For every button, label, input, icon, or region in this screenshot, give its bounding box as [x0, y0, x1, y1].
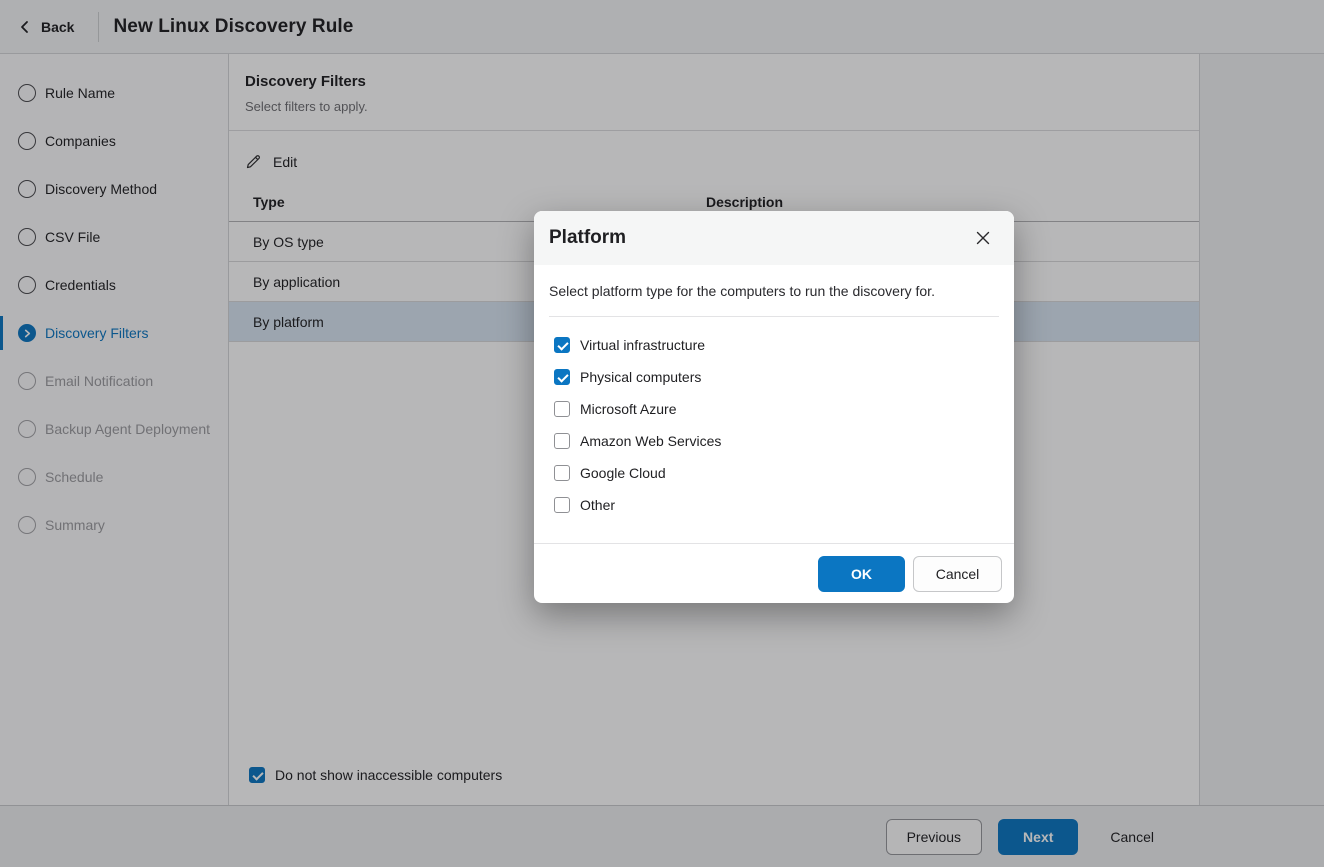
- close-icon[interactable]: [974, 229, 992, 247]
- platform-option-checkbox[interactable]: [554, 497, 570, 513]
- platform-dialog-description: Select platform type for the computers t…: [549, 281, 999, 317]
- ok-button[interactable]: OK: [818, 556, 905, 592]
- platform-option-label: Amazon Web Services: [580, 433, 721, 449]
- platform-dialog: Platform Select platform type for the co…: [534, 211, 1014, 603]
- platform-option-checkbox[interactable]: [554, 401, 570, 417]
- platform-dialog-header: Platform: [534, 211, 1014, 265]
- platform-option-label: Virtual infrastructure: [580, 337, 705, 353]
- platform-option[interactable]: Virtual infrastructure: [554, 329, 994, 361]
- platform-option-checkbox[interactable]: [554, 433, 570, 449]
- platform-dialog-footer: OK Cancel: [534, 543, 1014, 603]
- platform-option[interactable]: Microsoft Azure: [554, 393, 994, 425]
- platform-option[interactable]: Other: [554, 489, 994, 521]
- platform-option[interactable]: Amazon Web Services: [554, 425, 994, 457]
- platform-option-label: Google Cloud: [580, 465, 666, 481]
- platform-option[interactable]: Google Cloud: [554, 457, 994, 489]
- platform-option-checkbox[interactable]: [554, 369, 570, 385]
- platform-option-checkbox[interactable]: [554, 465, 570, 481]
- platform-option-checkbox[interactable]: [554, 337, 570, 353]
- platform-options-list: Virtual infrastructure Physical computer…: [549, 317, 999, 543]
- platform-option-label: Microsoft Azure: [580, 401, 676, 417]
- platform-dialog-body: Select platform type for the computers t…: [534, 265, 1014, 543]
- platform-dialog-title: Platform: [549, 227, 626, 249]
- platform-option-label: Physical computers: [580, 369, 701, 385]
- platform-option[interactable]: Physical computers: [554, 361, 994, 393]
- modal-cancel-button[interactable]: Cancel: [913, 556, 1002, 592]
- new-linux-discovery-rule-wizard: Back New Linux Discovery Rule Rule Name …: [0, 0, 1324, 867]
- platform-option-label: Other: [580, 497, 615, 513]
